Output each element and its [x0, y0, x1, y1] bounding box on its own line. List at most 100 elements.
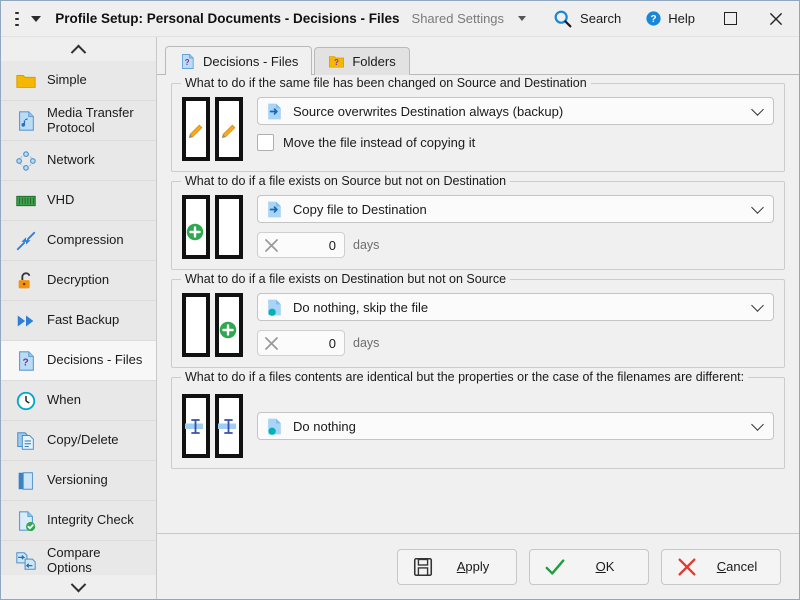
compression-icon — [15, 230, 37, 252]
sidebar-item-versioning[interactable]: Versioning — [1, 461, 156, 501]
question-file-icon: ? — [15, 350, 37, 372]
source-only-days-row: 0 days — [257, 232, 774, 258]
tab-strip: ? Decisions - Files ? Folders — [157, 45, 799, 76]
sidebar-item-label: When — [47, 392, 81, 408]
group-source-not-destination: What to do if a file exists on Source bu… — [171, 174, 785, 270]
question-folder-icon: ? — [329, 56, 345, 68]
destination-only-days-input[interactable]: 0 — [257, 330, 345, 356]
group-destination-not-source: What to do if a file exists on Destinati… — [171, 272, 785, 368]
group-title: What to do if a files contents are ident… — [181, 370, 749, 384]
apply-rest: pply — [465, 559, 490, 574]
source-only-action-select[interactable]: Copy file to Destination — [257, 195, 774, 223]
destination-pane — [215, 97, 243, 161]
sidebar-item-decryption[interactable]: Decryption — [1, 261, 156, 301]
group-identical-contents: What to do if a files contents are ident… — [171, 370, 785, 469]
shared-settings-label: Shared Settings — [411, 11, 505, 26]
sidebar-item-media-transfer-protocol[interactable]: Media Transfer Protocol — [1, 101, 156, 141]
pencil-pencil-panes — [182, 97, 243, 161]
cancel-label: Cancel — [708, 559, 766, 574]
checkbox-label: Move the file instead of copying it — [283, 135, 476, 150]
folder-icon — [15, 70, 37, 92]
caret-down-icon[interactable] — [31, 15, 42, 22]
file-arrow-right-icon — [268, 103, 281, 119]
group-same-file-changed: What to do if the same file has been cha… — [171, 76, 785, 172]
sidebar-item-network[interactable]: Network — [1, 141, 156, 181]
maximize-button[interactable] — [707, 1, 753, 36]
move-instead-of-copy-checkbox[interactable]: Move the file instead of copying it — [257, 134, 774, 151]
decisions-files-panel: What to do if the same file has been cha… — [157, 75, 799, 533]
check-icon — [545, 558, 565, 575]
chevron-down-icon — [751, 201, 764, 214]
sidebar-scroll-up[interactable] — [1, 37, 156, 61]
close-button[interactable] — [753, 1, 799, 36]
help-label: Help — [668, 11, 695, 26]
sidebar-item-fast-backup[interactable]: Fast Backup — [1, 301, 156, 341]
network-icon — [15, 150, 37, 172]
content-area: ? Decisions - Files ? Folders What to do… — [157, 37, 799, 599]
help-button[interactable]: ? Help — [633, 1, 707, 36]
identical-contents-action-select[interactable]: Do nothing — [257, 412, 774, 440]
titlebar-actions: Shared Settings Search ? Help — [400, 1, 799, 36]
svg-text:?: ? — [334, 58, 339, 67]
file-dot-icon — [268, 418, 281, 435]
select-value: Source overwrites Destination always (ba… — [293, 103, 564, 119]
tab-decisions-files[interactable]: ? Decisions - Files — [165, 46, 313, 76]
sidebar-item-copy-delete[interactable]: Copy/Delete — [1, 421, 156, 461]
tab-label: Decisions - Files — [203, 53, 299, 69]
ok-accel: O — [595, 559, 606, 574]
title-bar: Profile Setup: Personal Documents - Deci… — [1, 1, 799, 37]
sidebar-item-vhd[interactable]: VHD — [1, 181, 156, 221]
shared-settings-menu[interactable]: Shared Settings — [400, 1, 517, 36]
sidebar-item-label: Fast Backup — [47, 312, 120, 328]
shared-settings-caret[interactable] — [516, 1, 540, 36]
sidebar-nav-list: Simple Media Transfer Protocol Network V… — [1, 61, 156, 575]
sidebar-item-integrity-check[interactable]: Integrity Check — [1, 501, 156, 541]
ok-button[interactable]: OK — [529, 548, 649, 585]
ibeam-panes — [182, 394, 243, 458]
ok-rest: K — [605, 559, 615, 574]
sidebar-item-compression[interactable]: Compression — [1, 221, 156, 261]
search-label: Search — [580, 11, 622, 26]
group-fields: Source overwrites Destination always (ba… — [257, 97, 774, 161]
sidebar-item-simple[interactable]: Simple — [1, 61, 156, 101]
plus-badge-icon — [219, 321, 237, 339]
same-file-action-select[interactable]: Source overwrites Destination always (ba… — [257, 97, 774, 125]
sidebar-item-label: Compression — [47, 232, 124, 248]
x-mark-icon — [265, 238, 278, 252]
source-only-days-input[interactable]: 0 — [257, 232, 345, 258]
chevron-down-icon — [518, 16, 527, 21]
source-pane — [182, 293, 210, 357]
sidebar-item-compare-options[interactable]: Compare Options — [1, 541, 156, 575]
save-disk-icon — [413, 557, 433, 576]
media-file-icon — [15, 110, 37, 132]
source-pane — [182, 394, 210, 458]
tab-folders[interactable]: ? Folders — [314, 47, 410, 75]
sidebar-item-decisions-files[interactable]: ? Decisions - Files — [1, 341, 156, 381]
sidebar-scroll-down[interactable] — [1, 575, 156, 599]
group-title: What to do if the same file has been cha… — [181, 76, 591, 90]
cancel-button[interactable]: Cancel — [661, 548, 781, 585]
sidebar-item-when[interactable]: When — [1, 381, 156, 421]
destination-pane — [215, 394, 243, 458]
ibeam-icon — [185, 419, 203, 434]
plus-right-panes — [182, 293, 243, 357]
days-value: 0 — [328, 237, 336, 253]
plus-left-panes — [182, 195, 243, 259]
sidebar-item-label: Compare Options — [47, 544, 101, 575]
destination-only-action-select[interactable]: Do nothing, skip the file — [257, 293, 774, 321]
apply-button[interactable]: Apply — [397, 548, 517, 585]
checkbox-box — [257, 134, 274, 151]
svg-text:?: ? — [22, 357, 28, 368]
hamburger-icon[interactable] — [15, 11, 20, 26]
svg-text:?: ? — [185, 58, 190, 67]
group-title: What to do if a file exists on Source bu… — [181, 174, 511, 188]
sidebar: Simple Media Transfer Protocol Network V… — [1, 37, 157, 599]
question-file-icon: ? — [182, 53, 194, 69]
sidebar-item-label: Media Transfer Protocol — [47, 104, 134, 135]
search-button[interactable]: Search — [540, 1, 633, 36]
main-body: Simple Media Transfer Protocol Network V… — [1, 37, 799, 599]
sidebar-item-label: Decryption — [47, 272, 110, 288]
cancel-rest: ancel — [726, 559, 758, 574]
maximize-icon — [723, 12, 737, 25]
copy-delete-icon — [15, 430, 37, 452]
